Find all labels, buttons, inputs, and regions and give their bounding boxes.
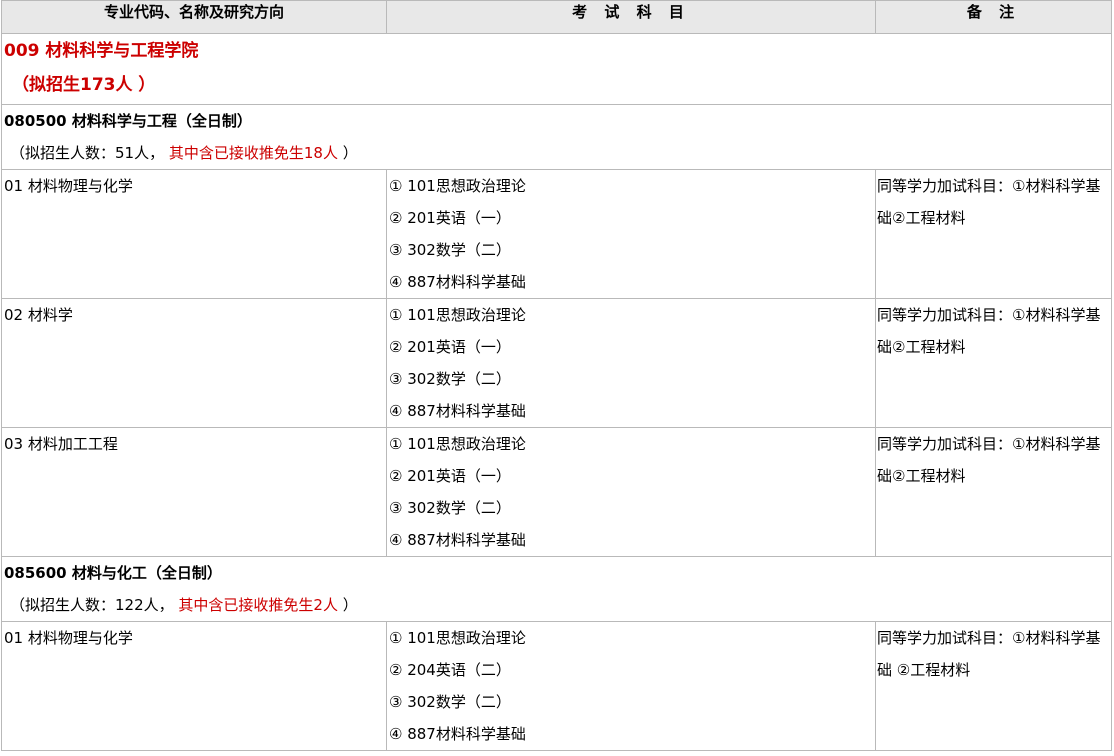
exam-subject: ③ 302数学（二） <box>389 370 511 388</box>
direction-name: 01 材料物理与化学 <box>4 629 133 647</box>
exam-subject: ② 204英语（二） <box>389 661 511 679</box>
header-major-column: 专业代码、名称及研究方向 <box>1 0 387 34</box>
direction-row: 01 材料物理与化学 ① 101思想政治理论 ② 201英语（一） ③ 302数… <box>1 169 1112 299</box>
exam-subject: ① 101思想政治理论 <box>389 629 526 647</box>
exam-subject: ④ 887材料科学基础 <box>389 531 526 549</box>
direction-subjects-cell: ① 101思想政治理论 ② 204英语（二） ③ 302数学（二） ④ 887材… <box>386 621 876 751</box>
exam-subject: ④ 887材料科学基础 <box>389 402 526 420</box>
exam-subject: ① 101思想政治理论 <box>389 435 526 453</box>
direction-note: 同等学力加试科目：①材料科学基础②工程材料 <box>877 177 1101 227</box>
major-quota: （拟招生人数：51人， 其中含已接收推免生18人 ） <box>2 137 1111 169</box>
major-quota-text: （拟招生人数：51人， <box>10 144 165 162</box>
exam-subject: ④ 887材料科学基础 <box>389 273 526 291</box>
direction-note-cell: 同等学力加试科目：①材料科学基础②工程材料 <box>875 427 1112 557</box>
direction-subjects-cell: ① 101思想政治理论 ② 201英语（一） ③ 302数学（二） ④ 887材… <box>386 427 876 557</box>
exam-subject: ① 101思想政治理论 <box>389 177 526 195</box>
direction-name: 03 材料加工工程 <box>4 435 118 453</box>
major-quota-close: ） <box>337 144 358 162</box>
exam-subject: ② 201英语（一） <box>389 209 511 227</box>
major-quota-text: （拟招生人数：122人， <box>10 596 174 614</box>
direction-note-cell: 同等学力加试科目：①材料科学基础 ②工程材料 <box>875 621 1112 751</box>
school-quota: （拟招生173人 ） <box>12 75 156 95</box>
major-title: 085600 材料与化工（全日制） <box>4 564 222 582</box>
direction-subjects-cell: ① 101思想政治理论 ② 201英语（一） ③ 302数学（二） ④ 887材… <box>386 298 876 428</box>
direction-row: 01 材料物理与化学 ① 101思想政治理论 ② 204英语（二） ③ 302数… <box>1 621 1112 751</box>
school-cell: 009 材料科学与工程学院 （拟招生173人 ） <box>1 33 1112 105</box>
direction-name-cell: 02 材料学 <box>1 298 387 428</box>
exam-subject: ③ 302数学（二） <box>389 241 511 259</box>
direction-name-cell: 01 材料物理与化学 <box>1 169 387 299</box>
school-row: 009 材料科学与工程学院 （拟招生173人 ） <box>1 33 1112 105</box>
direction-name: 01 材料物理与化学 <box>4 177 133 195</box>
exam-subject: ① 101思想政治理论 <box>389 306 526 324</box>
direction-row: 03 材料加工工程 ① 101思想政治理论 ② 201英语（一） ③ 302数学… <box>1 427 1112 557</box>
direction-note-cell: 同等学力加试科目：①材料科学基础②工程材料 <box>875 298 1112 428</box>
major-cell: 080500 材料科学与工程（全日制） （拟招生人数：51人， 其中含已接收推免… <box>1 104 1112 170</box>
exam-subject: ② 201英语（一） <box>389 338 511 356</box>
major-quota-recommended: 其中含已接收推免生18人 <box>164 144 338 162</box>
header-notes-column: 备 注 <box>875 0 1112 34</box>
direction-note: 同等学力加试科目：①材料科学基础②工程材料 <box>877 306 1101 356</box>
direction-subjects-cell: ① 101思想政治理论 ② 201英语（一） ③ 302数学（二） ④ 887材… <box>386 169 876 299</box>
major-quota-close: ） <box>337 596 358 614</box>
admissions-table: 专业代码、名称及研究方向 考 试 科 目 备 注 009 材料科学与工程学院 （… <box>1 0 1112 751</box>
major-row: 080500 材料科学与工程（全日制） （拟招生人数：51人， 其中含已接收推免… <box>1 104 1112 170</box>
school-name: 009 材料科学与工程学院 <box>4 41 199 61</box>
header-row: 专业代码、名称及研究方向 考 试 科 目 备 注 <box>1 0 1112 34</box>
direction-row: 02 材料学 ① 101思想政治理论 ② 201英语（一） ③ 302数学（二）… <box>1 298 1112 428</box>
exam-subject: ③ 302数学（二） <box>389 499 511 517</box>
direction-note: 同等学力加试科目：①材料科学基础 ②工程材料 <box>877 629 1101 679</box>
major-title: 080500 材料科学与工程（全日制） <box>4 112 252 130</box>
direction-name-cell: 01 材料物理与化学 <box>1 621 387 751</box>
major-quota: （拟招生人数：122人， 其中含已接收推免生2人 ） <box>2 589 1111 621</box>
exam-subject: ③ 302数学（二） <box>389 693 511 711</box>
direction-name: 02 材料学 <box>4 306 73 324</box>
major-row: 085600 材料与化工（全日制） （拟招生人数：122人， 其中含已接收推免生… <box>1 556 1112 622</box>
exam-subject: ④ 887材料科学基础 <box>389 725 526 743</box>
exam-subject: ② 201英语（一） <box>389 467 511 485</box>
direction-note-cell: 同等学力加试科目：①材料科学基础②工程材料 <box>875 169 1112 299</box>
direction-name-cell: 03 材料加工工程 <box>1 427 387 557</box>
header-exam-column: 考 试 科 目 <box>386 0 876 34</box>
major-quota-recommended: 其中含已接收推免生2人 <box>173 596 338 614</box>
major-cell: 085600 材料与化工（全日制） （拟招生人数：122人， 其中含已接收推免生… <box>1 556 1112 622</box>
direction-note: 同等学力加试科目：①材料科学基础②工程材料 <box>877 435 1101 485</box>
